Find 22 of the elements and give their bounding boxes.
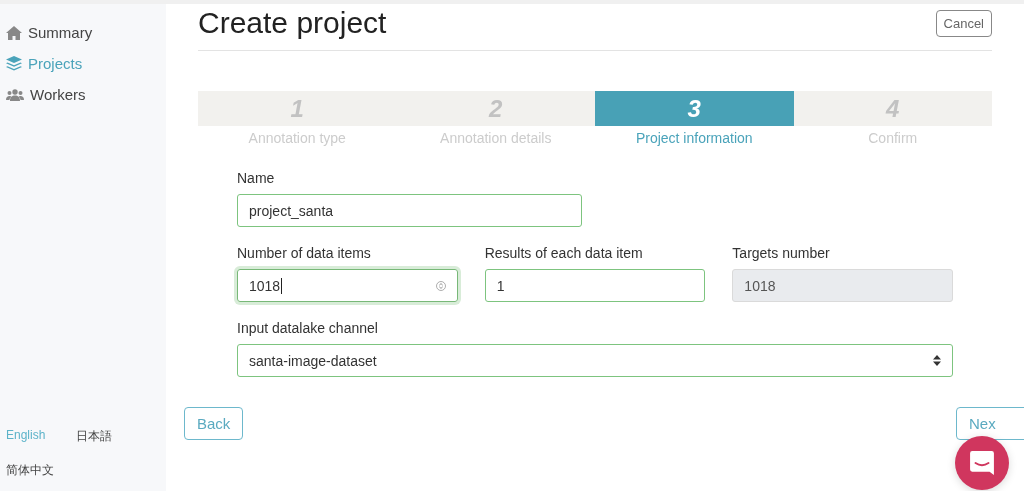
field-label: Input datalake channel — [237, 320, 379, 336]
layers-icon — [6, 56, 22, 71]
field-label: Results of each data item — [484, 245, 644, 261]
sort-caret-icon — [933, 355, 941, 366]
field-label: Targets number — [732, 245, 831, 261]
readonly-field: 1018 — [732, 269, 953, 302]
language-link[interactable]: 简体中文 — [6, 462, 76, 479]
text-field[interactable]: 1 — [484, 269, 706, 302]
select-field[interactable]: santa-image-dataset — [237, 344, 953, 377]
number-field[interactable]: 1018 — [237, 269, 458, 302]
nav-item[interactable]: Summary — [6, 24, 166, 41]
home-icon — [6, 25, 22, 40]
users-icon — [6, 88, 24, 101]
field-label: Number of data items — [237, 245, 372, 261]
field-label: Name — [237, 170, 276, 186]
chat-button[interactable] — [955, 436, 1009, 490]
nav-item[interactable]: Workers — [6, 86, 166, 103]
page-title: Create project — [198, 6, 387, 40]
language-link[interactable]: 日本語 — [76, 428, 146, 445]
chat-icon — [969, 450, 995, 476]
text-field[interactable]: project_santa — [237, 194, 582, 227]
cancel-button[interactable]: Cancel — [935, 9, 992, 37]
